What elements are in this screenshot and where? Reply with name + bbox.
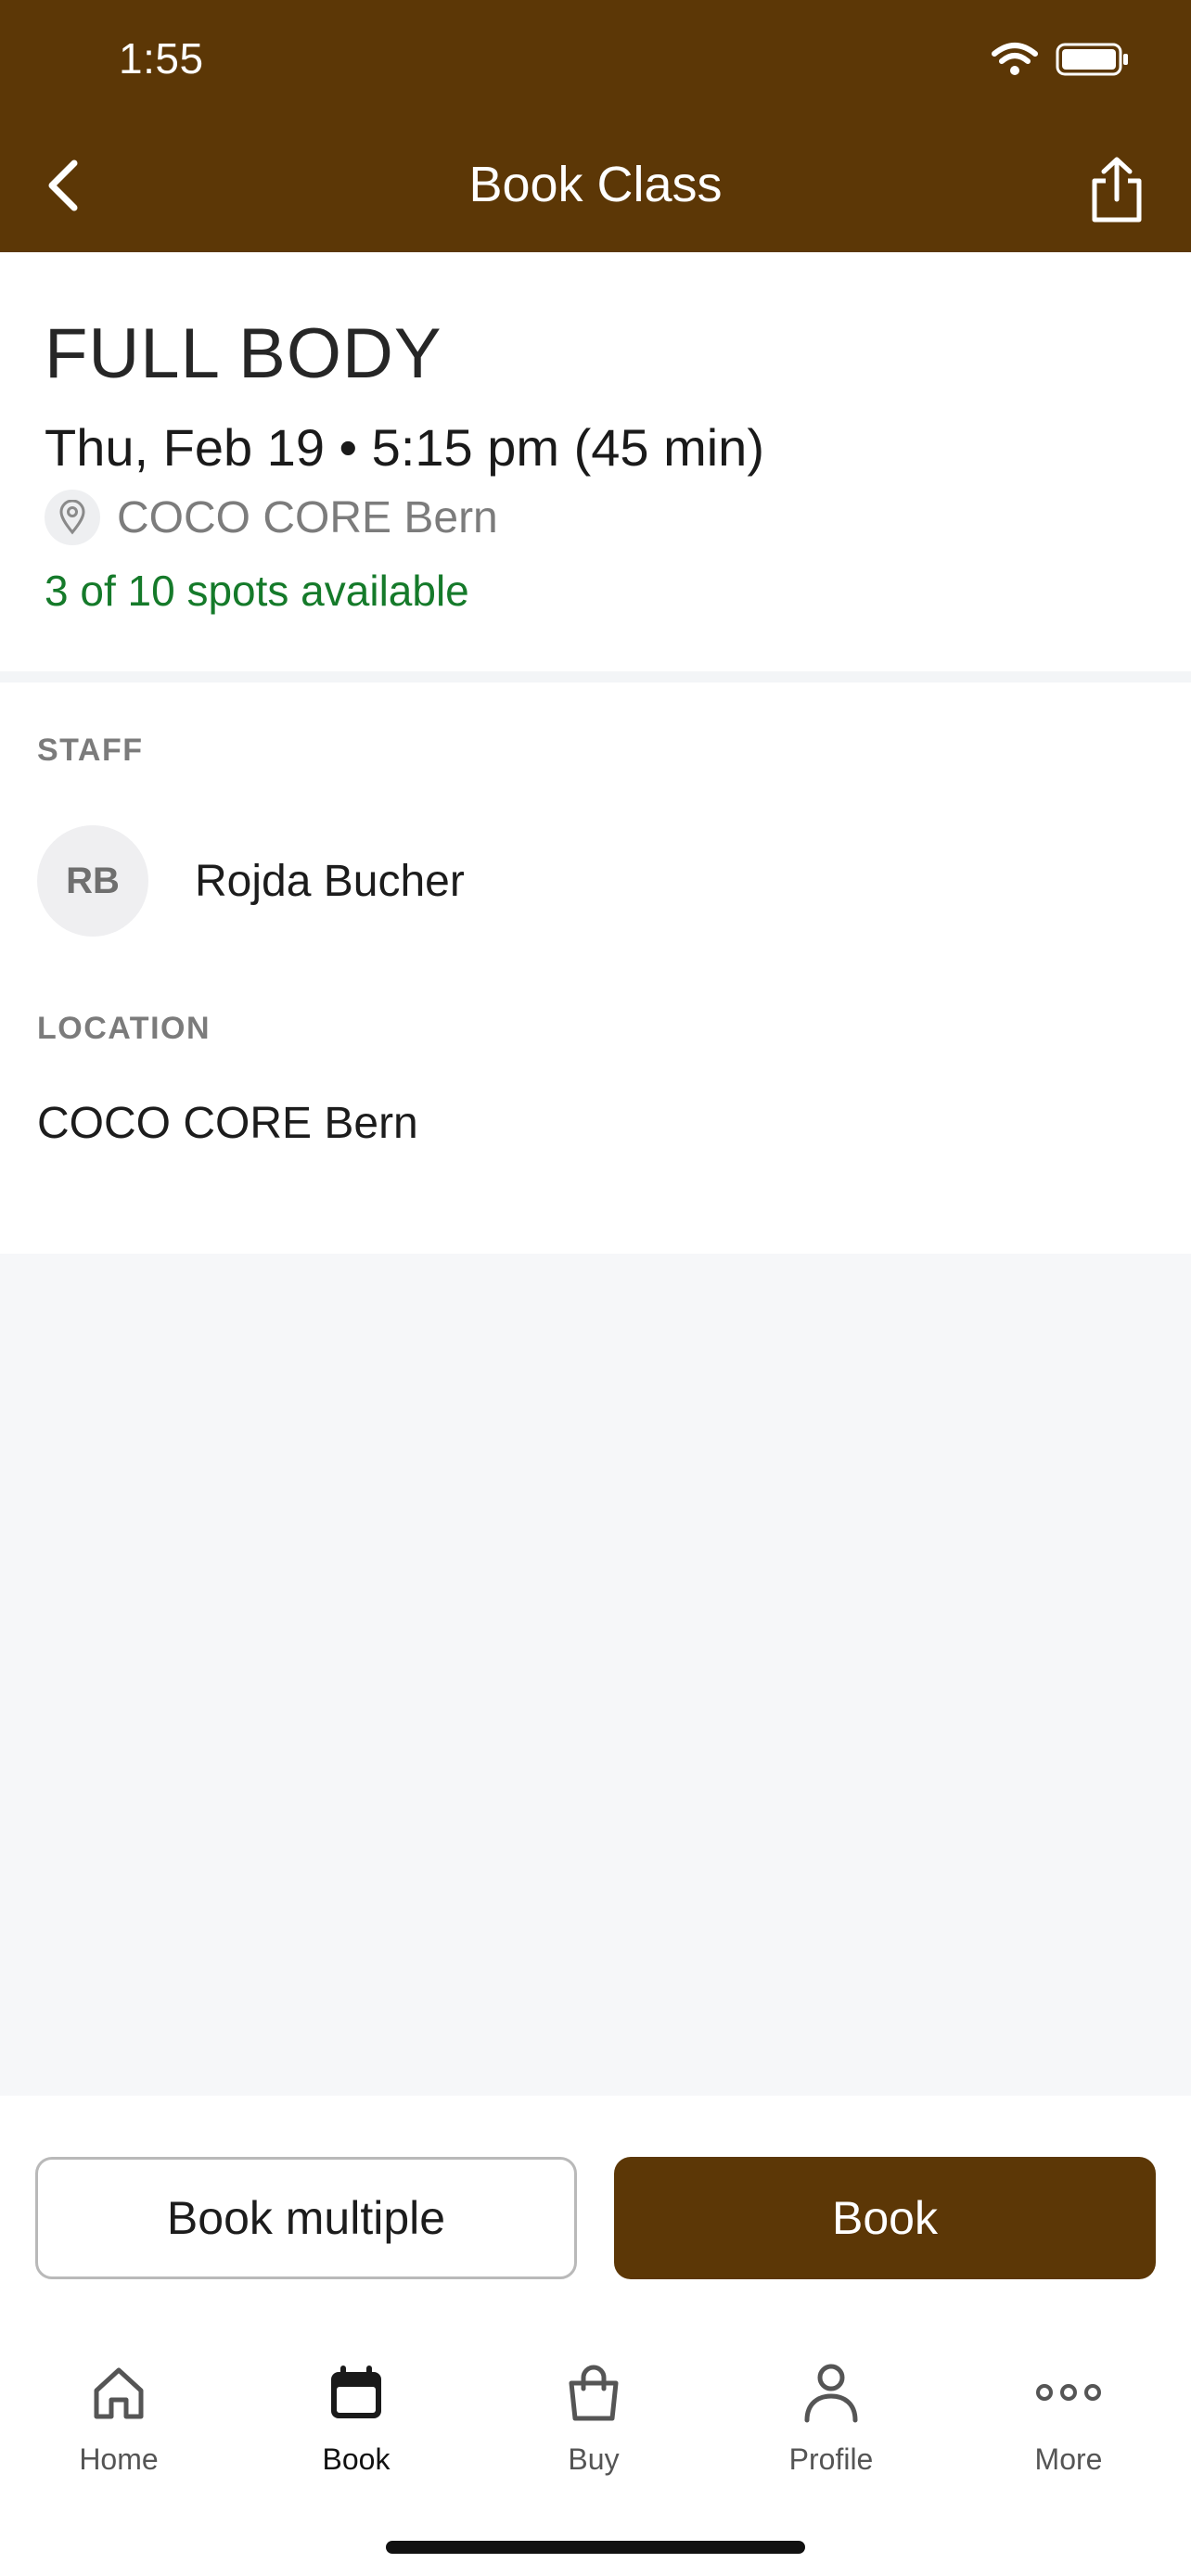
staff-row[interactable]: RB Rojda Bucher: [37, 825, 465, 937]
class-datetime: Thu, Feb 19 • 5:15 pm (45 min): [45, 418, 764, 477]
home-indicator[interactable]: [386, 2541, 805, 2554]
status-icons: [991, 41, 1130, 78]
battery-icon: [1056, 43, 1128, 76]
staff-label: STAFF: [37, 733, 144, 768]
tab-home-label: Home: [79, 2442, 159, 2476]
class-location: COCO CORE Bern: [45, 490, 498, 545]
class-location-text: COCO CORE Bern: [117, 492, 498, 542]
shopping-bag-icon: [569, 2365, 619, 2421]
staff-name: Rojda Bucher: [195, 856, 465, 906]
header-bar: 1:55 Book Class: [0, 0, 1191, 252]
book-class-screen: 1:55 Book Class FULL BODY Thu, Feb 19 • …: [0, 0, 1191, 2576]
tab-home[interactable]: Home: [0, 2346, 237, 2477]
location-label: LOCATION: [37, 1011, 211, 1046]
tab-more-label: More: [1034, 2442, 1103, 2476]
share-button[interactable]: [1080, 148, 1154, 232]
wifi-icon: [992, 43, 1038, 75]
tab-buy[interactable]: Buy: [475, 2346, 712, 2477]
tab-profile[interactable]: Profile: [712, 2346, 950, 2477]
person-icon: [804, 2364, 858, 2423]
book-multiple-button[interactable]: Book multiple: [35, 2157, 577, 2279]
tab-more[interactable]: More: [950, 2346, 1187, 2477]
home-icon: [94, 2367, 144, 2419]
spots-available: 3 of 10 spots available: [45, 567, 469, 615]
status-time: 1:55: [119, 34, 204, 83]
book-button[interactable]: Book: [614, 2157, 1156, 2279]
page-title: Book Class: [468, 157, 723, 212]
share-icon: [1092, 157, 1142, 223]
location-value: COCO CORE Bern: [37, 1099, 418, 1148]
class-name: FULL BODY: [45, 314, 442, 393]
location-pin-icon: [45, 490, 100, 545]
tab-book-label: Book: [322, 2442, 391, 2476]
tab-book[interactable]: Book: [237, 2346, 475, 2477]
avatar: RB: [37, 825, 148, 937]
calendar-icon: [331, 2366, 381, 2418]
tab-profile-label: Profile: [788, 2442, 874, 2476]
tab-buy-label: Buy: [568, 2442, 620, 2476]
class-details: STAFF RB Rojda Bucher LOCATION COCO CORE…: [0, 682, 1191, 1254]
section-divider: [0, 671, 1191, 682]
tab-bar: Home Book Buy Profile More: [0, 2346, 1191, 2513]
class-info-card: FULL BODY Thu, Feb 19 • 5:15 pm (45 min)…: [0, 252, 1191, 671]
more-icon: [1036, 2384, 1101, 2401]
bottom-panel: Book multiple Book Home Book Buy Profile…: [0, 2096, 1191, 2576]
